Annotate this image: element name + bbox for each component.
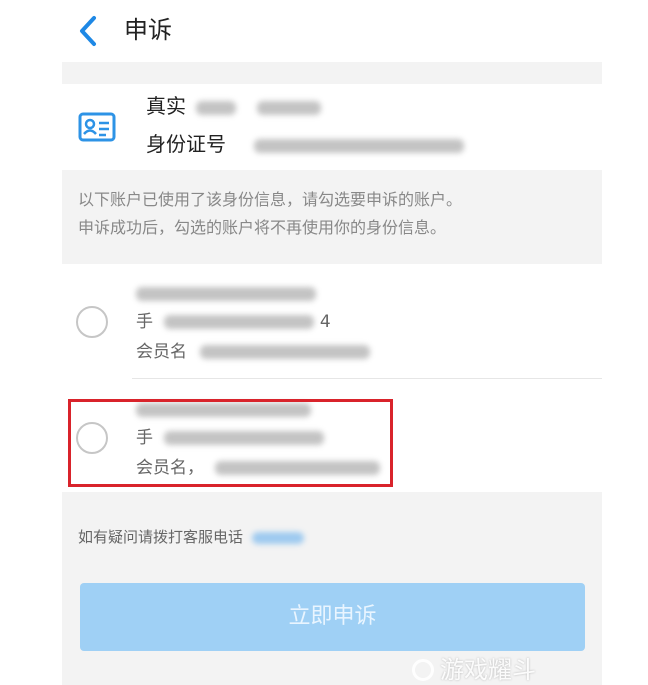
phone-label: 手 xyxy=(136,428,153,448)
phone-link-blurred[interactable] xyxy=(251,531,304,544)
nav-bar: 申诉 xyxy=(62,0,602,62)
id-number-row: 身份证号 xyxy=(146,130,465,158)
watermark: 游戏耀斗 xyxy=(412,656,536,684)
member-name-blurred xyxy=(200,345,371,359)
account-phone-row: 手 4 xyxy=(136,310,331,334)
account-member-row: 会员名 xyxy=(136,340,371,364)
real-name-blurred xyxy=(196,100,237,115)
account-member-row: 会员名， xyxy=(136,456,381,480)
submit-appeal-button[interactable]: 立即申诉 xyxy=(80,583,585,651)
member-label: 会员名 xyxy=(136,342,187,362)
phone-blurred xyxy=(164,315,315,329)
watermark-text: 游戏耀斗 xyxy=(440,656,536,684)
notice-line-2: 申诉成功后，勾选的账户将不再使用你的身份信息。 xyxy=(78,218,447,237)
account-email-blurred xyxy=(136,403,311,417)
watermark-logo-icon xyxy=(412,659,434,681)
identity-info-card: 真实 身份证号 xyxy=(62,84,602,170)
account-email-row xyxy=(136,398,311,422)
radio-button[interactable] xyxy=(76,422,108,454)
id-number-value-blurred xyxy=(254,138,465,153)
account-email-row xyxy=(136,282,316,306)
real-name-value-blurred xyxy=(256,100,321,115)
page-title: 申诉 xyxy=(124,16,172,44)
account-phone-row: 手 xyxy=(136,426,325,450)
real-name-row: 真实 xyxy=(146,92,321,120)
id-card-icon xyxy=(78,112,116,142)
member-label: 会员名， xyxy=(136,458,204,478)
back-button[interactable] xyxy=(74,14,102,48)
appeal-screen: 申诉 真实 身份证号 以下账户已使用了该身份信息，请勾选要申诉的账户。 申诉成功… xyxy=(62,0,602,685)
account-list: 手 4 会员名 手 会员名， xyxy=(62,264,602,492)
account-email-blurred xyxy=(136,287,316,301)
member-name-blurred xyxy=(215,461,381,475)
help-text: 如有疑问请拨打客服电话 xyxy=(78,526,304,548)
list-divider xyxy=(132,378,602,379)
real-name-label: 真实 xyxy=(146,94,186,118)
account-item[interactable]: 手 会员名， xyxy=(62,380,602,492)
id-number-label: 身份证号 xyxy=(146,132,226,156)
account-notice: 以下账户已使用了该身份信息，请勾选要申诉的账户。 申诉成功后，勾选的账户将不再使… xyxy=(78,186,593,242)
phone-label: 手 xyxy=(136,312,153,332)
phone-blurred xyxy=(164,431,325,445)
radio-button[interactable] xyxy=(76,306,108,338)
notice-line-1: 以下账户已使用了该身份信息，请勾选要申诉的账户。 xyxy=(78,190,463,209)
chevron-left-icon xyxy=(80,16,96,46)
account-item[interactable]: 手 4 会员名 xyxy=(62,264,602,376)
help-label: 如有疑问请拨打客服电话 xyxy=(78,528,244,546)
phone-suffix: 4 xyxy=(319,312,331,332)
